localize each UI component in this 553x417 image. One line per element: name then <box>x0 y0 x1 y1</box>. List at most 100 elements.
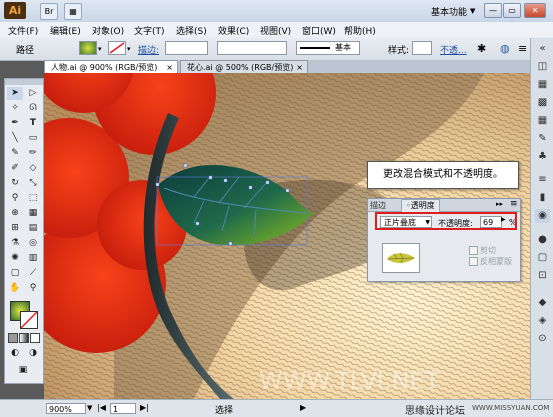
globe-icon[interactable]: ◍ <box>500 42 510 55</box>
blend-tool-icon[interactable]: ◎ <box>25 237 41 250</box>
gradient-panel-icon[interactable]: ▮ <box>535 191 550 205</box>
slice-tool-icon[interactable]: ⟋ <box>25 267 41 280</box>
rotate-tool-icon[interactable]: ↻ <box>7 177 23 190</box>
chevron-down-icon[interactable]: ▼ <box>470 7 475 15</box>
menu-window[interactable]: 窗口(W) <box>302 24 336 37</box>
transparency-panel-icon[interactable]: ◉ <box>535 209 550 223</box>
color-mode-icon[interactable] <box>8 333 18 343</box>
status-arrow-icon[interactable]: ▶ <box>300 403 306 412</box>
stroke-panel-icon[interactable]: ≡ <box>535 173 550 187</box>
close-button[interactable]: ✕ <box>524 3 546 18</box>
brush-definition[interactable]: 基本 <box>296 41 360 55</box>
perspective-grid-tool-icon[interactable]: ▦ <box>25 207 41 220</box>
magic-wand-tool-icon[interactable]: ✧ <box>7 102 23 115</box>
graphic-style-picker[interactable] <box>412 41 432 55</box>
bridge-button[interactable]: Br <box>40 3 58 20</box>
stroke-weight-field[interactable] <box>165 41 208 55</box>
panel-collapse-icon[interactable]: ▸▸ <box>496 200 503 208</box>
scale-tool-icon[interactable]: ⤡ <box>25 177 41 190</box>
stroke-swatch[interactable] <box>108 41 126 55</box>
line-tool-icon[interactable]: ╲ <box>7 132 23 145</box>
gradient-mode-icon[interactable] <box>19 333 29 343</box>
first-artboard-icon[interactable]: |◀ <box>97 403 106 412</box>
brushes-panel-icon[interactable]: ✎ <box>535 132 550 146</box>
chevron-down-icon[interactable]: ▾ <box>127 45 131 53</box>
width-tool-icon[interactable]: ⚲ <box>7 192 23 205</box>
next-artboard-icon[interactable]: ▶| <box>140 403 149 412</box>
layers-panel-icon[interactable]: ⊡ <box>535 269 550 283</box>
zoom-tool-icon[interactable]: ⚲ <box>25 282 41 295</box>
zoom-field[interactable]: 900% <box>46 403 86 414</box>
type-tool-icon[interactable]: T <box>25 117 41 130</box>
direct-selection-tool-icon[interactable]: ▷ <box>25 87 41 100</box>
menu-type[interactable]: 文字(T) <box>134 24 165 37</box>
status-mode[interactable]: 选择 <box>215 403 233 416</box>
pen-tool-icon[interactable]: ✒ <box>7 117 23 130</box>
pencil-tool-icon[interactable]: ✏ <box>25 147 41 160</box>
chevron-down-icon[interactable]: ▼ <box>87 404 92 412</box>
stroke-link[interactable]: 描边: <box>138 43 159 56</box>
eraser-tool-icon[interactable]: ◇ <box>25 162 41 175</box>
draw-normal-icon[interactable]: ◐ <box>7 347 23 360</box>
fill-swatch[interactable] <box>79 41 97 55</box>
invert-mask-checkbox[interactable] <box>469 257 478 266</box>
tab-transparency[interactable]: ◦透明度 <box>401 199 440 212</box>
selection-tool-icon[interactable]: ➤ <box>7 87 23 100</box>
menu-edit[interactable]: 编辑(E) <box>50 24 81 37</box>
color-guide-icon[interactable]: ▦ <box>535 78 550 92</box>
draw-inside-icon[interactable]: ◑ <box>25 347 41 360</box>
appearance-panel-icon[interactable]: ● <box>535 233 550 247</box>
chevron-down-icon[interactable]: ▾ <box>98 45 102 53</box>
symbols-panel-icon[interactable]: ♣ <box>535 150 550 164</box>
menu-help[interactable]: 帮助(H) <box>344 24 376 37</box>
artboard-tool-icon[interactable]: ▢ <box>7 267 23 280</box>
menu-view[interactable]: 视图(V) <box>260 24 291 37</box>
mesh-tool-icon[interactable]: ⊞ <box>7 222 23 235</box>
graphic-styles-icon[interactable]: ▢ <box>535 251 550 265</box>
arrange-documents-button[interactable]: ▦ <box>64 3 82 20</box>
graph-tool-icon[interactable]: ▥ <box>25 252 41 265</box>
layers-stack-icon[interactable]: ◆ <box>535 296 550 310</box>
object-thumbnail[interactable] <box>382 243 420 273</box>
variable-width-profile[interactable] <box>217 41 287 55</box>
gradient-tool-icon[interactable]: ▤ <box>25 222 41 235</box>
stroke-color-box[interactable] <box>20 311 38 329</box>
workspace-switcher[interactable]: 基本功能 <box>431 5 467 18</box>
panel-menu-icon[interactable]: ≡ <box>510 199 518 209</box>
paintbrush-tool-icon[interactable]: ✎ <box>7 147 23 160</box>
blob-brush-tool-icon[interactable]: ✐ <box>7 162 23 175</box>
restore-button[interactable]: ▭ <box>503 3 521 18</box>
links-panel-icon[interactable]: ⊙ <box>535 332 550 346</box>
panel-menu-icon[interactable]: ≡ <box>518 42 527 55</box>
collapse-icon[interactable]: « <box>535 42 550 56</box>
screen-mode-icon[interactable]: ▣ <box>15 364 31 377</box>
artboard-number: 1 <box>113 405 119 414</box>
menu-select[interactable]: 选择(S) <box>176 24 207 37</box>
shape-builder-tool-icon[interactable]: ⊕ <box>7 207 23 220</box>
eyedropper-tool-icon[interactable]: ⚗ <box>7 237 23 250</box>
none-mode-icon[interactable] <box>30 333 40 343</box>
color-panel-icon[interactable]: ◫ <box>535 60 550 74</box>
artboards-panel-icon[interactable]: ◈ <box>535 314 550 328</box>
free-transform-tool-icon[interactable]: ⬚ <box>25 192 41 205</box>
tools-panel: ➤ ▷ ✧ ᘏ ✒ T ╲ ▭ ✎ ✏ ✐ ◇ ↻ ⤡ ⚲ ⬚ ⊕ ▦ ⊞ ▤ … <box>4 78 44 384</box>
menu-file[interactable]: 文件(F) <box>8 24 38 37</box>
clip-checkbox[interactable] <box>469 246 478 255</box>
hand-tool-icon[interactable]: ✋ <box>7 282 23 295</box>
tab-stroke[interactable]: 描边 <box>370 200 386 211</box>
artboard-number-field[interactable]: 1 <box>110 403 136 414</box>
symbol-sprayer-tool-icon[interactable]: ✺ <box>7 252 23 265</box>
tab-document-2[interactable]: 花心.ai @ 500% (RGB/预览) × <box>180 60 308 73</box>
panel-header: 描边 ◦透明度 ▸▸ ≡ <box>368 199 520 212</box>
menu-effect[interactable]: 效果(C) <box>218 24 249 37</box>
lasso-tool-icon[interactable]: ᘏ <box>25 102 41 115</box>
swatches-grid-icon[interactable]: ▦ <box>535 114 550 128</box>
tab-document-1[interactable]: 人物.ai @ 900% (RGB/预览) × <box>44 60 178 73</box>
swatches-panel-icon[interactable]: ▩ <box>535 96 550 110</box>
minimize-button[interactable]: — <box>484 3 502 18</box>
opacity-link[interactable]: 不透... <box>440 43 467 56</box>
recolor-icon[interactable]: ✱ <box>477 42 486 55</box>
toolbox-grip[interactable] <box>5 79 43 85</box>
menu-object[interactable]: 对象(O) <box>92 24 124 37</box>
rectangle-tool-icon[interactable]: ▭ <box>25 132 41 145</box>
